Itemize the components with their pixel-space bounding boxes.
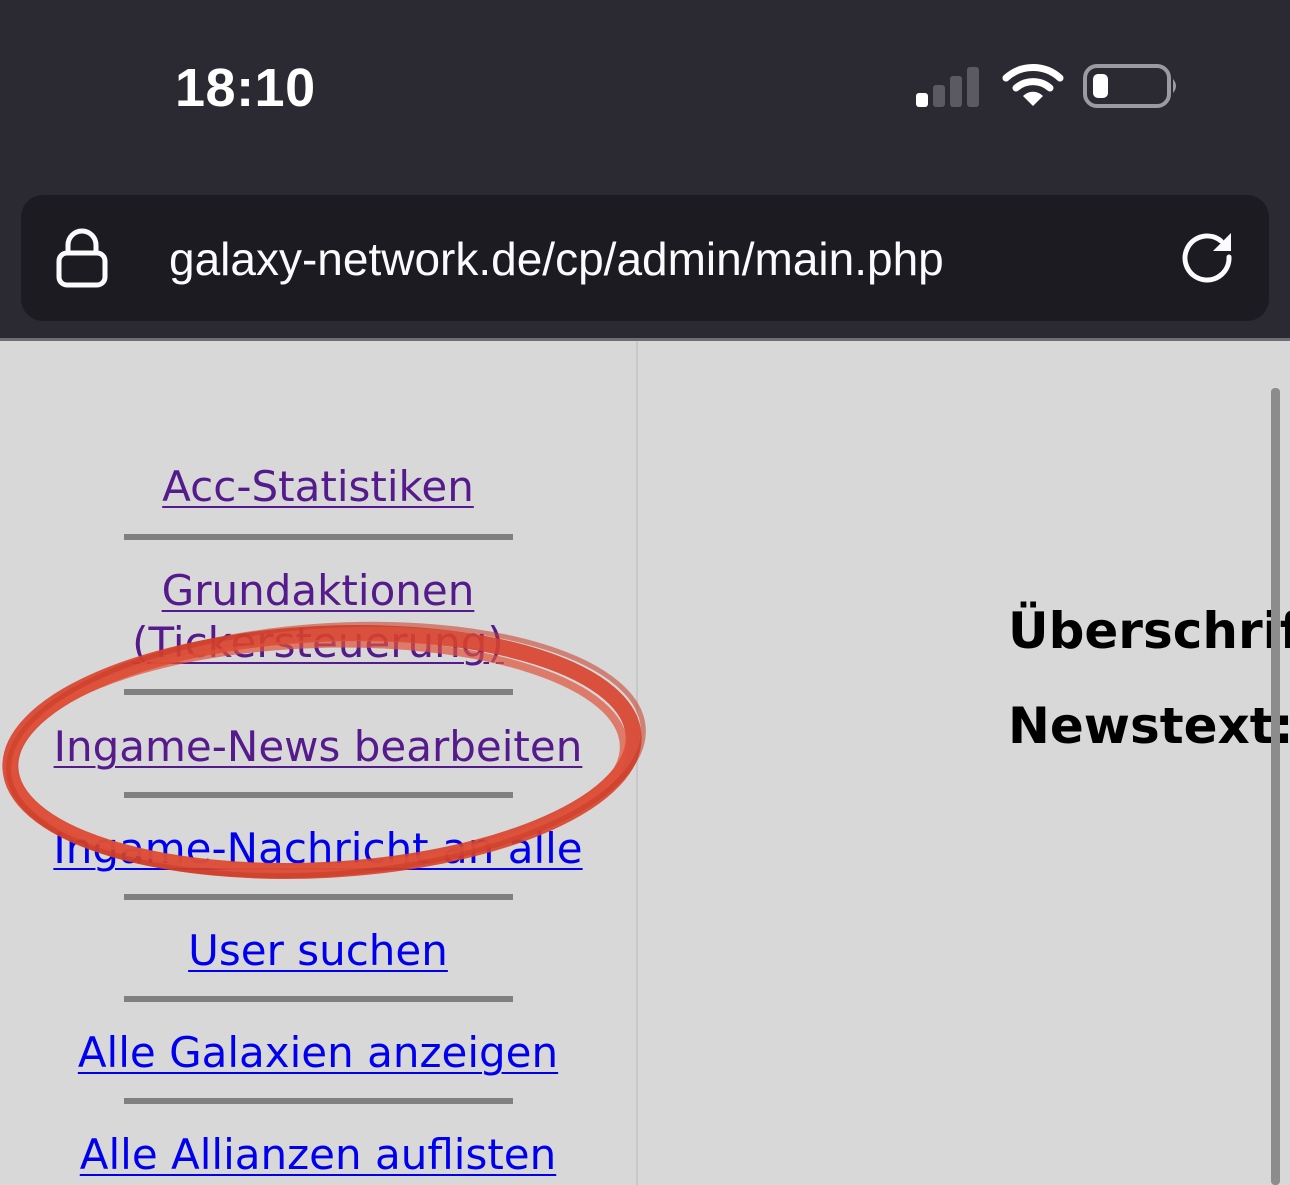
address-bar[interactable]: galaxy-network.de/cp/admin/main.php (21, 195, 1269, 321)
admin-main-frame: Überschrift: Newstext: (638, 341, 1290, 1185)
battery-icon (1083, 64, 1176, 108)
nav-link-ingame-news-bearbeiten[interactable]: Ingame-News bearbeiten (0, 721, 636, 773)
cellular-signal-icon (916, 67, 979, 107)
nav-divider (124, 534, 513, 540)
nav-link-tickersteuerung[interactable]: (Tickersteuerung) (0, 617, 636, 669)
wifi-icon (1002, 64, 1064, 106)
nav-link-grundaktionen[interactable]: Grundaktionen (0, 565, 636, 617)
nav-divider (124, 996, 513, 1002)
page-scrollbar[interactable] (1271, 388, 1280, 1185)
admin-nav-frame: Acc-Statistiken Grundaktionen (Tickerste… (0, 341, 638, 1185)
nav-link-acc-statistiken[interactable]: Acc-Statistiken (0, 461, 636, 513)
lock-icon (56, 228, 108, 288)
reload-icon[interactable] (1179, 229, 1239, 289)
url-text[interactable]: galaxy-network.de/cp/admin/main.php (169, 229, 944, 289)
nav-divider (124, 792, 513, 798)
nav-link-alle-allianzen-auflisten[interactable]: Alle Allianzen auflisten (0, 1129, 636, 1181)
nav-link-user-suchen[interactable]: User suchen (0, 925, 636, 977)
nav-divider (124, 894, 513, 900)
nav-link-alle-galaxien-anzeigen[interactable]: Alle Galaxien anzeigen (0, 1027, 636, 1079)
nav-divider (124, 689, 513, 695)
heading-field-label: Überschrift: (1008, 602, 1290, 660)
nav-divider (124, 1098, 513, 1104)
nav-link-ingame-nachricht-an-alle[interactable]: Ingame-Nachricht an alle (0, 823, 636, 875)
browser-chrome: 18:10 galaxy-network.de/cp/admin/main.ph… (0, 0, 1290, 340)
newstext-field-label: Newstext: (1008, 697, 1290, 755)
status-time: 18:10 (175, 58, 316, 118)
